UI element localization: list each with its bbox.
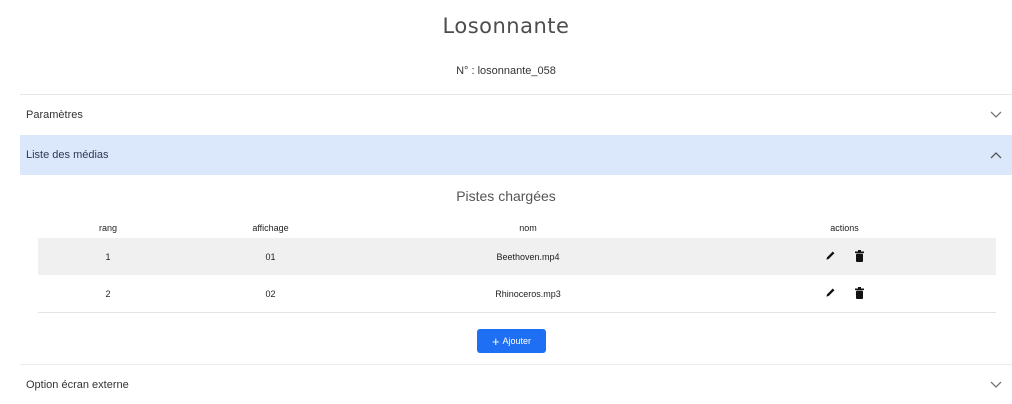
cell-nom: Beethoven.mp4 xyxy=(496,251,560,262)
cell-affichage: 02 xyxy=(178,275,363,313)
chevron-down-icon[interactable] xyxy=(990,109,1002,121)
plus-icon: + xyxy=(491,333,500,349)
accordion-external-screen-label: Option écran externe xyxy=(26,378,129,391)
trash-icon[interactable] xyxy=(854,249,864,264)
cell-rang: 1 xyxy=(105,251,111,262)
cell-actions xyxy=(693,275,996,313)
add-button-label: Ajouter xyxy=(502,336,532,346)
table-header-row: rang affichage nom actions xyxy=(38,218,996,238)
accordion-parametres[interactable]: Paramètres xyxy=(20,94,1012,134)
add-button[interactable]: + Ajouter xyxy=(477,329,546,353)
pencil-icon[interactable] xyxy=(825,287,836,300)
cell-rang: 2 xyxy=(38,275,178,313)
column-header-rang: rang xyxy=(98,223,117,233)
accordion-media-list-label: Liste des médias xyxy=(26,149,109,161)
table-row: 2 02 Rhinoceros.mp3 xyxy=(38,275,996,313)
accordion-media-list[interactable]: Liste des médias xyxy=(20,135,1012,175)
chevron-up-icon[interactable] xyxy=(990,149,1002,161)
cell-nom: Rhinoceros.mp3 xyxy=(363,275,693,313)
table-row: 1 01 Beethoven.mp4 xyxy=(38,238,996,275)
accordion-parametres-label: Paramètres xyxy=(26,108,83,121)
tracks-title: Pistes chargées xyxy=(456,188,556,204)
trash-icon[interactable] xyxy=(854,286,864,301)
column-header-nom: nom xyxy=(519,223,537,233)
cell-actions xyxy=(693,238,996,275)
chevron-down-icon[interactable] xyxy=(990,379,1002,391)
app-logo: Losonnante xyxy=(442,14,570,38)
accordion-external-screen[interactable]: Option écran externe xyxy=(20,364,1012,404)
device-serial: N° : losonnante_058 xyxy=(456,65,556,77)
column-header-actions: actions xyxy=(830,223,859,233)
cell-affichage: 01 xyxy=(265,251,276,262)
column-header-affichage: affichage xyxy=(252,223,289,233)
pencil-icon[interactable] xyxy=(825,250,836,263)
tracks-table: rang affichage nom actions 1 01 Beethove… xyxy=(38,218,996,313)
